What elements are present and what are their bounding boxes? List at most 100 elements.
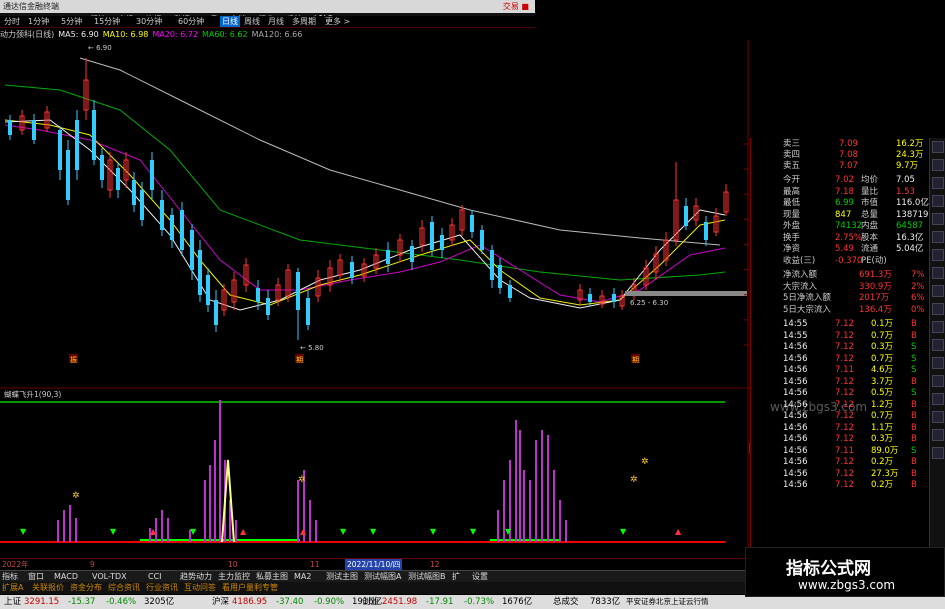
tool-icon[interactable] <box>932 213 944 225</box>
tick-dir: B <box>911 480 917 490</box>
candle-body <box>116 168 120 190</box>
period-tab[interactable]: 更多 > <box>325 16 350 27</box>
flow-value: 136.4万 <box>859 304 892 315</box>
tool-icon[interactable] <box>932 411 944 423</box>
watermark-title: 指标公式网 <box>786 559 871 579</box>
broker-label: 平安证券北京上证云行情 <box>626 597 709 606</box>
candle-body <box>296 272 300 310</box>
candle-body <box>498 265 502 288</box>
chart-area[interactable]: 6.25 - 6.30 ← 6.90 ← 5.80 振 期 期 蝴蝶飞升1(90,3) ▼ ▼… <box>0 40 750 560</box>
date-tick: 9 <box>90 560 95 569</box>
info-tab[interactable]: 扩展A <box>2 582 23 594</box>
index-pct: -0.90% <box>314 597 345 607</box>
index-name: 沪深 <box>212 597 230 607</box>
tool-icon[interactable] <box>932 339 944 351</box>
tool-icon[interactable] <box>932 195 944 207</box>
signal-arrow: ▼ <box>370 527 377 536</box>
info-tab[interactable]: 互动问答 <box>184 582 216 594</box>
period-tab[interactable]: 分时 <box>4 16 20 27</box>
period-tab[interactable]: 月线 <box>268 16 284 27</box>
watermark-small: www.zbgs3.com <box>770 400 868 414</box>
trade-button[interactable]: 交易 ■ <box>503 0 529 13</box>
tool-icon[interactable] <box>932 249 944 261</box>
tool-icon[interactable] <box>932 375 944 387</box>
stock-name: 动力颈科(日线) <box>0 30 55 39</box>
candle-body <box>480 230 484 250</box>
ma-label: MA5: 6.90 <box>58 30 99 39</box>
info-tab[interactable]: 看用户量利专管 <box>222 582 278 594</box>
period-tab[interactable]: 5分钟 <box>61 16 82 27</box>
ma5-line <box>4 119 726 311</box>
index-value: 3291.15 <box>24 597 60 607</box>
tool-icon[interactable] <box>932 177 944 189</box>
indicator-tabs: 指标 窗口 MACD VOL-TDX CCI 趋势动力 主力监控 私募主图 MA2 测试主图 测试幅… <box>0 570 750 582</box>
candle-body <box>588 294 592 302</box>
ma120-line <box>79 57 721 246</box>
total-value: 7833亿 <box>590 597 621 607</box>
date-tick: 12 <box>430 560 440 569</box>
candle-body <box>612 294 616 302</box>
tool-icon[interactable] <box>932 447 944 459</box>
candle-body <box>66 150 70 200</box>
tool-icon[interactable] <box>932 285 944 297</box>
candle-body <box>58 130 62 170</box>
butterfly-icon: ✲ <box>72 491 80 501</box>
signal-arrow: ▼ <box>470 527 477 536</box>
signal-spike <box>221 459 235 543</box>
candle-body <box>440 235 444 250</box>
stat-row: 收益(三) -0.370 PE(动) <box>751 255 929 268</box>
info-tab[interactable]: 资金分布 <box>70 582 102 594</box>
tick-price: 7.12 <box>835 480 854 490</box>
date-tick: 2022年 <box>2 560 29 569</box>
date-tick: 2022/11/10/四 <box>345 559 403 570</box>
tool-icon[interactable] <box>932 141 944 153</box>
tool-icon[interactable] <box>932 267 944 279</box>
candle-body <box>170 215 174 240</box>
period-tab[interactable]: 日线 <box>220 16 240 27</box>
candle-body <box>190 230 194 270</box>
watermark-url: www.zbgs3.com <box>798 578 896 592</box>
range-band <box>625 291 747 296</box>
ma-label: MA10: 6.98 <box>102 30 149 39</box>
tool-icon[interactable] <box>932 231 944 243</box>
signal-arrow: ▼ <box>505 527 512 536</box>
candle-body <box>470 215 474 232</box>
candle-body <box>32 120 36 140</box>
ask-vol: 9.7万 <box>896 161 919 171</box>
signal-arrow: ▲ <box>150 527 157 536</box>
tick-time: 14:56 <box>783 480 808 490</box>
stat-label: 收益(三) <box>783 255 816 266</box>
info-tab[interactable]: 关联报价 <box>32 582 64 594</box>
signal-arrow: ▼ <box>190 527 197 536</box>
period-tab[interactable]: 30分钟 <box>136 16 162 27</box>
tool-icon[interactable] <box>932 393 944 405</box>
period-tab[interactable]: 60分钟 <box>178 16 204 27</box>
tool-icon[interactable] <box>932 357 944 369</box>
tool-icon[interactable] <box>932 303 944 315</box>
period-tab[interactable]: 周线 <box>244 16 260 27</box>
info-tab[interactable]: 行业资讯 <box>146 582 178 594</box>
period-tab[interactable]: 多周期 <box>292 16 316 27</box>
candle-body <box>198 250 202 295</box>
candle-body <box>140 190 144 220</box>
period-tab[interactable]: 1分钟 <box>28 16 49 27</box>
signal-arrow: ▲ <box>300 527 307 536</box>
ma20-line <box>4 124 726 303</box>
index-name: 上证 <box>4 597 22 607</box>
candle-body <box>704 222 708 240</box>
signal-marker-label: 期 <box>632 356 639 364</box>
tool-icon[interactable] <box>932 429 944 441</box>
date-tick: 11 <box>310 560 320 569</box>
period-bar: 分时 1分钟 5分钟 15分钟 30分钟 60分钟 日线 周线 月线 多周期 更多 > <box>0 16 535 28</box>
period-tab[interactable]: 15分钟 <box>94 16 120 27</box>
candle-body <box>508 285 512 298</box>
index-value: 2451.98 <box>382 597 418 607</box>
tool-icon[interactable] <box>932 159 944 171</box>
tool-icon[interactable] <box>932 321 944 333</box>
signal-arrow: ▼ <box>20 527 27 536</box>
high-label: ← 6.90 <box>88 44 112 52</box>
title-bar: 通达信金融终端 交易 ■ <box>0 0 535 13</box>
window-title: 通达信金融终端 <box>3 2 59 11</box>
info-tab[interactable]: 综合资讯 <box>108 582 140 594</box>
tick-vol: 0.2万 <box>871 480 894 490</box>
